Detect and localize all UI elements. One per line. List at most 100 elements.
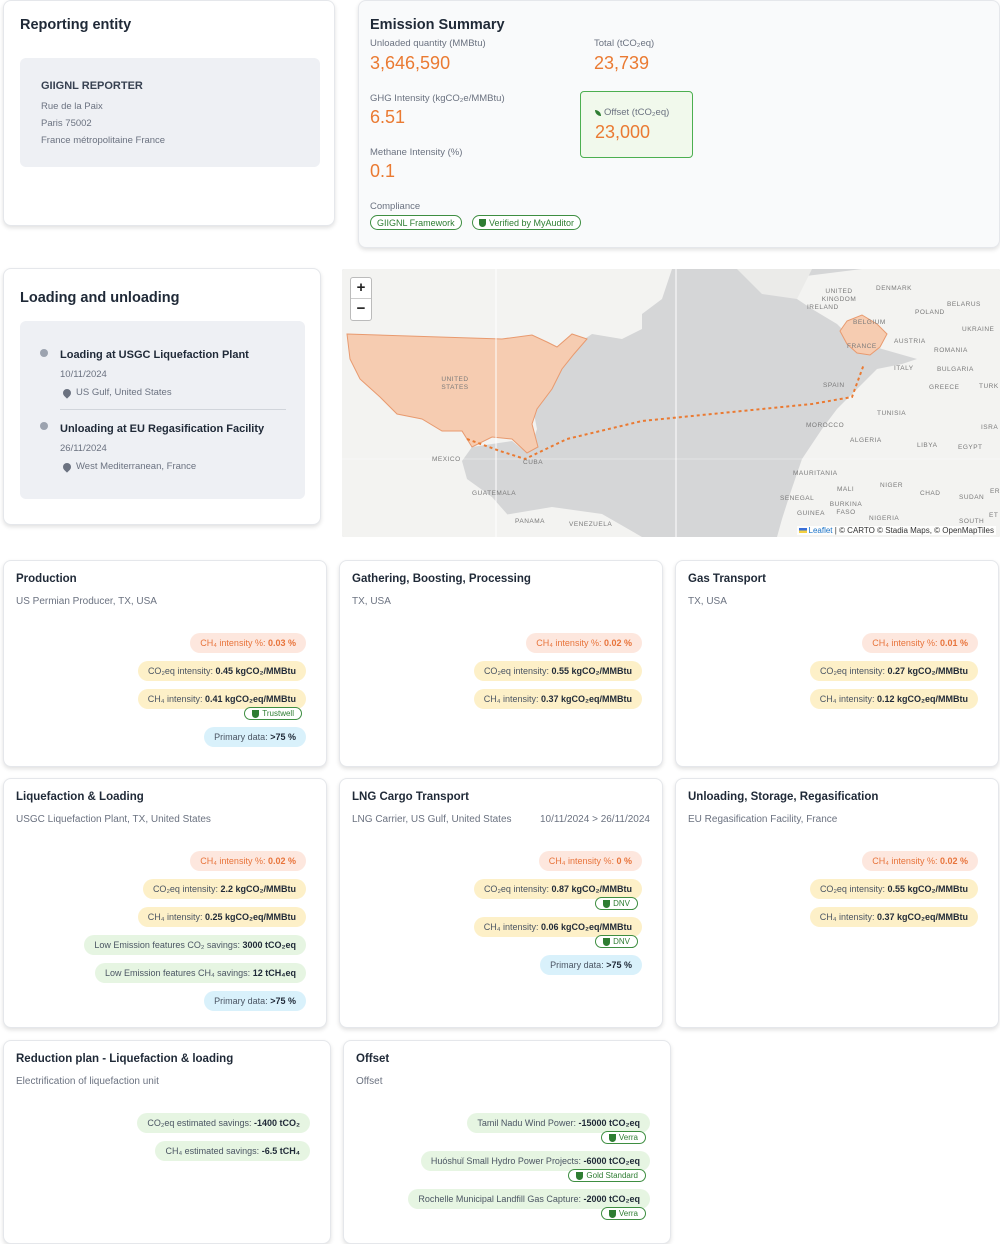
shield-icon bbox=[603, 937, 611, 946]
stage-card-title: Gas Transport bbox=[688, 573, 766, 585]
map-label-greece: GREECE bbox=[929, 384, 960, 391]
map-label-ukraine: UKRAINE bbox=[962, 326, 995, 333]
stage-card-liquefaction-loading: Liquefaction & Loading USGC Liquefaction … bbox=[3, 778, 327, 1028]
metric-label: CH₄ intensity %: bbox=[536, 638, 602, 648]
metric-label: CH₄ intensity: bbox=[147, 912, 203, 922]
verification-badge[interactable]: Gold Standard bbox=[568, 1169, 646, 1182]
verification-badge[interactable]: Verra bbox=[600, 1207, 646, 1220]
metric-value: 0 % bbox=[616, 856, 632, 866]
metric-value: 0.55 kgCO₂/MMBtu bbox=[551, 666, 632, 676]
map-label-france: FRANCE bbox=[847, 343, 877, 350]
stage-card-production: Production US Permian Producer, TX, USA CH… bbox=[3, 560, 327, 767]
stage-card-tags: Tamil Nadu Wind Power: -15000 tCO₂eq Verr… bbox=[408, 1113, 650, 1227]
metric-value: 0.45 kgCO₂/MMBtu bbox=[215, 666, 296, 676]
shield-icon bbox=[608, 1209, 616, 1218]
map-label-bulgaria: BULGARIA bbox=[937, 366, 974, 373]
metric-label: CH₄ intensity: bbox=[819, 694, 875, 704]
zoom-in-button[interactable]: + bbox=[351, 278, 371, 299]
metric-label: Low Emission features CO₂ savings: bbox=[94, 940, 240, 950]
leaflet-link[interactable]: Leaflet bbox=[809, 526, 833, 535]
stage-card-title: Liquefaction & Loading bbox=[16, 791, 144, 803]
map-label-uk: UNITED KINGDOM bbox=[821, 288, 857, 303]
compliance-label: Compliance bbox=[370, 201, 421, 212]
stage-card-tags: CH₄ intensity %: 0.02 % CO₂eq intensity: … bbox=[473, 633, 642, 717]
timeline-item-unloading[interactable]: Unloading at EU Regasification Facility … bbox=[20, 410, 305, 498]
ghg-intensity-label: GHG Intensity (kgCO₂e/MMBtu) bbox=[370, 93, 505, 104]
metric-tag: Tamil Nadu Wind Power: -15000 tCO₂eq bbox=[467, 1113, 650, 1133]
map-label-niger: NIGER bbox=[880, 482, 904, 489]
timeline-box: Loading at USGC Liquefaction Plant 10/11… bbox=[20, 321, 305, 499]
timeline-item-date: 26/11/2024 bbox=[60, 443, 107, 454]
location-pin-icon bbox=[61, 386, 73, 399]
stage-card-subtitle: Offset bbox=[356, 1076, 658, 1087]
metric-tag: CO₂eq intensity: 0.55 kgCO₂/MMBtu bbox=[473, 661, 642, 681]
map-label-mauritania: MAURITANIA bbox=[793, 470, 838, 477]
loading-unloading-title: Loading and unloading bbox=[20, 290, 180, 306]
metric-tag: CH₄ intensity %: 0.01 % bbox=[862, 633, 978, 653]
metric-tag: Huóshuǐ Small Hydro Power Projects: -600… bbox=[420, 1151, 650, 1171]
metric-value: >75 % bbox=[606, 960, 632, 970]
stage-card-dates: 10/11/2024 > 26/11/2024 bbox=[539, 814, 650, 825]
reporting-entity-card: Reporting entity GIIGNL REPORTER Rue de … bbox=[3, 0, 335, 226]
metric-value: 0.55 kgCO₂/MMBtu bbox=[887, 884, 968, 894]
timeline-item-loading[interactable]: Loading at USGC Liquefaction Plant 10/11… bbox=[20, 321, 305, 409]
metric-label: CH₄ estimated savings: bbox=[165, 1146, 260, 1156]
zoom-out-button[interactable]: − bbox=[351, 299, 371, 320]
offset-box: Offset (tCO₂eq) 23,000 bbox=[580, 91, 693, 158]
metric-value: 0.02 % bbox=[603, 638, 632, 648]
verification-badge[interactable]: Trustwell bbox=[244, 707, 302, 720]
stage-card-title: Gathering, Boosting, Processing bbox=[352, 573, 531, 585]
route-map[interactable]: UNITED STATES MEXICO CUBA GUATEMALA PANA… bbox=[342, 269, 1000, 537]
stage-card-title: Unloading, Storage, Regasification bbox=[688, 791, 879, 803]
metric-value: -1400 tCO₂ bbox=[253, 1118, 300, 1128]
badge-label: Verra bbox=[618, 1209, 638, 1218]
stage-card-tags: CH₄ intensity %: 0.02 % CO₂eq intensity: … bbox=[809, 851, 978, 935]
badge-label: Verra bbox=[618, 1133, 638, 1142]
badge-label: Gold Standard bbox=[586, 1171, 638, 1180]
map-label-belarus: BELARUS bbox=[947, 301, 981, 308]
metric-label: Primary data: bbox=[550, 960, 604, 970]
stage-card-subtitle: EU Regasification Facility, France bbox=[688, 814, 986, 825]
shield-icon bbox=[479, 218, 486, 227]
stage-card-subtitle: TX, USA bbox=[688, 596, 986, 607]
compliance-pill-verified[interactable]: Verified by MyAuditor bbox=[472, 215, 582, 230]
metric-value: >75 % bbox=[270, 996, 296, 1006]
map-label-venezuela: VENEZUELA bbox=[569, 521, 613, 528]
stage-card-subtitle: LNG Carrier, US Gulf, United States 10/11… bbox=[352, 814, 650, 825]
compliance-pill-giignl[interactable]: GIIGNL Framework bbox=[370, 215, 462, 230]
map-label-morocco: MOROCCO bbox=[806, 422, 845, 429]
map-label-belgium: BELGIUM bbox=[853, 319, 886, 326]
leaf-icon bbox=[595, 109, 601, 116]
verification-badge[interactable]: Verra bbox=[600, 1131, 646, 1144]
metric-value: 12 tCH₄eq bbox=[252, 968, 296, 978]
emission-summary-title: Emission Summary bbox=[370, 17, 505, 33]
methane-intensity-label: Methane Intensity (%) bbox=[370, 147, 463, 158]
metric-tag: CH₄ intensity %: 0 % bbox=[538, 851, 642, 871]
map-label-mali: MALI bbox=[837, 486, 855, 493]
stage-card-tags: CH₄ intensity %: 0.01 % CO₂eq intensity: … bbox=[809, 633, 978, 717]
metric-tag: CH₄ intensity %: 0.02 % bbox=[526, 633, 642, 653]
timeline-item-title: Loading at USGC Liquefaction Plant bbox=[60, 349, 249, 361]
metric-tag: CO₂eq intensity: 0.45 kgCO₂/MMBtu bbox=[137, 661, 306, 681]
offset-value: 23,000 bbox=[595, 122, 651, 142]
verification-badge[interactable]: DNV bbox=[595, 935, 638, 948]
stage-card-location: US Permian Producer, TX, USA bbox=[16, 596, 157, 607]
verification-badge[interactable]: DNV bbox=[595, 897, 638, 910]
stage-card-tags: CH₄ intensity %: 0 % CO₂eq intensity: 0.8… bbox=[473, 851, 642, 983]
stage-card-offset: Offset Offset Tamil Nadu Wind Power: -1500… bbox=[343, 1040, 671, 1244]
metric-value: 0.25 kgCO₂eq/MMBtu bbox=[204, 912, 296, 922]
shield-icon bbox=[252, 709, 260, 718]
stage-card-gas-transport: Gas Transport TX, USA CH₄ intensity %: 0.0… bbox=[675, 560, 999, 767]
metric-value: 0.87 kgCO₂/MMBtu bbox=[551, 884, 632, 894]
metric-value: 0.03 % bbox=[267, 638, 296, 648]
metric-value: 0.01 % bbox=[939, 638, 968, 648]
metric-label: CH₄ intensity %: bbox=[872, 856, 938, 866]
metric-label: CH₄ intensity: bbox=[147, 694, 203, 704]
metric-value: 0.02 % bbox=[267, 856, 296, 866]
metric-label: Tamil Nadu Wind Power: bbox=[477, 1118, 576, 1128]
metric-tag: Primary data: >75 % bbox=[204, 727, 306, 747]
metric-tag: Low Emission features CO₂ savings: 3000 … bbox=[84, 935, 306, 955]
metric-label: Primary data: bbox=[214, 996, 268, 1006]
stage-card-location: Offset bbox=[356, 1076, 383, 1087]
metric-tag: CO₂eq estimated savings: -1400 tCO₂ bbox=[137, 1113, 310, 1133]
